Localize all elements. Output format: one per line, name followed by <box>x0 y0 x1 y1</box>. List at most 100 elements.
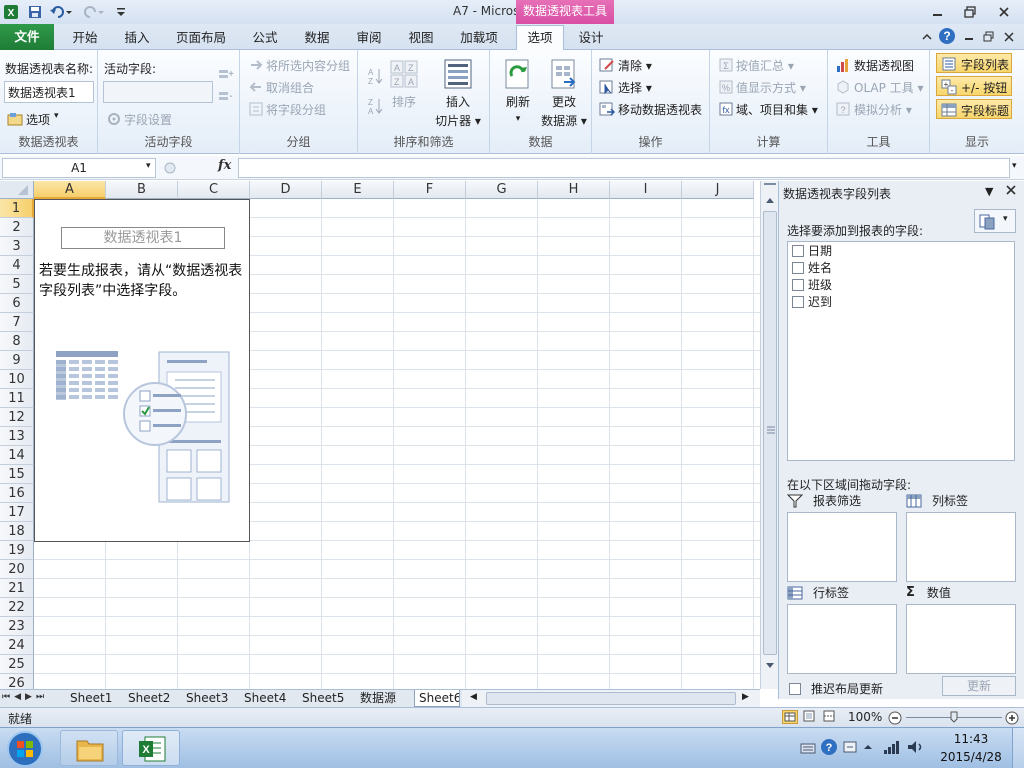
row-labels-area[interactable] <box>787 604 897 674</box>
defer-update-checkbox[interactable] <box>789 682 801 695</box>
formula-bar-grip-icon[interactable] <box>162 160 178 176</box>
row-header-24[interactable]: 24 <box>0 636 34 655</box>
plus-minus-buttons-toggle[interactable]: + - +/- 按钮 <box>936 76 1012 96</box>
pane-options-dropdown-icon[interactable]: ▼ <box>985 185 993 198</box>
page-break-view-icon[interactable] <box>822 710 838 724</box>
row-header-25[interactable]: 25 <box>0 655 34 674</box>
scroll-down-icon[interactable] <box>762 657 778 673</box>
field-checkbox[interactable] <box>792 244 804 257</box>
horizontal-scroll-thumb[interactable] <box>486 692 736 705</box>
refresh-button[interactable]: 刷新 ▾ <box>496 93 540 124</box>
row-header-11[interactable]: 11 <box>0 389 34 408</box>
column-header-d[interactable]: D <box>250 181 322 199</box>
pivot-placeholder[interactable]: 数据透视表1 若要生成报表，请从“数据透视表字段列表”中选择字段。 <box>34 199 250 542</box>
scroll-left-icon[interactable]: ◀ <box>470 692 477 702</box>
insert-slicer-button[interactable]: 插入 切片器 ▾ <box>428 93 488 129</box>
workbook-close-button[interactable] <box>1000 27 1018 47</box>
olap-tools-button[interactable]: OLAP 工具 ▾ <box>854 79 924 96</box>
zoom-slider-thumb[interactable] <box>950 711 958 723</box>
field-checkbox[interactable] <box>792 278 804 291</box>
values-area[interactable] <box>906 604 1016 674</box>
select-button[interactable]: 选择 ▾ <box>618 79 652 96</box>
row-header-16[interactable]: 16 <box>0 484 34 503</box>
row-header-12[interactable]: 12 <box>0 408 34 427</box>
tab-insert[interactable]: 插入 <box>114 26 160 50</box>
tab-addins[interactable]: 加载项 <box>452 26 506 50</box>
name-box[interactable]: A1 <box>2 158 156 178</box>
column-header-c[interactable]: C <box>178 181 250 199</box>
split-box-icon[interactable] <box>764 183 776 189</box>
show-desktop-button[interactable] <box>1012 728 1024 768</box>
row-header-26[interactable]: 26 <box>0 674 34 689</box>
pivot-name-input[interactable]: 数据透视表1 <box>4 81 94 103</box>
field-settings-button[interactable]: 字段设置 <box>124 111 172 128</box>
row-header-23[interactable]: 23 <box>0 617 34 636</box>
insert-function-icon[interactable]: fx <box>218 158 231 173</box>
tab-data[interactable]: 数据 <box>294 26 340 50</box>
ribbon-collapse-icon[interactable] <box>918 27 936 47</box>
layout-button[interactable]: ▾ <box>974 209 1016 233</box>
column-header-g[interactable]: G <box>466 181 538 199</box>
show-hidden-icons[interactable] <box>862 740 874 754</box>
sheet-tab-sheet2[interactable]: Sheet2 <box>124 690 174 707</box>
sort-ascending-icon[interactable]: AZ <box>366 67 383 85</box>
row-header-22[interactable]: 22 <box>0 598 34 617</box>
horizontal-scrollbar[interactable]: ◀ ▶ <box>462 690 760 707</box>
row-header-18[interactable]: 18 <box>0 522 34 541</box>
sheet-tab-sheet6[interactable]: Sheet6 <box>414 690 460 707</box>
tab-page-layout[interactable]: 页面布局 <box>168 26 234 50</box>
minimize-button[interactable] <box>924 2 952 22</box>
next-sheet-icon[interactable]: ▶ <box>25 692 32 706</box>
row-header-14[interactable]: 14 <box>0 446 34 465</box>
tab-home[interactable]: 开始 <box>62 26 108 50</box>
last-sheet-icon[interactable]: ⏭ <box>36 692 44 706</box>
sort-descending-icon[interactable]: ZA <box>366 97 383 115</box>
ungroup-button[interactable]: 取消组合 <box>266 79 314 96</box>
field-list[interactable]: 日期 姓名 班级 迟到 <box>787 241 1015 461</box>
sheet-nav-buttons[interactable]: ⏮ ◀ ▶ ⏭ <box>2 692 62 706</box>
prev-sheet-icon[interactable]: ◀ <box>14 692 21 706</box>
options-dropdown-icon[interactable]: ▾ <box>54 111 59 121</box>
row-header-21[interactable]: 21 <box>0 579 34 598</box>
row-header-20[interactable]: 20 <box>0 560 34 579</box>
sheet-tab-sheet1[interactable]: Sheet1 <box>66 690 116 707</box>
page-layout-view-icon[interactable] <box>802 710 818 724</box>
zoom-out-icon[interactable] <box>888 711 902 725</box>
report-filter-area[interactable] <box>787 512 897 582</box>
row-header-10[interactable]: 10 <box>0 370 34 389</box>
ime-icon[interactable] <box>842 738 858 756</box>
zoom-level[interactable]: 100% <box>848 710 882 724</box>
row-header-6[interactable]: 6 <box>0 294 34 313</box>
row-header-1[interactable]: 1 <box>0 199 34 218</box>
workbook-restore-button[interactable] <box>980 27 998 47</box>
field-checkbox[interactable] <box>792 295 804 308</box>
normal-view-icon[interactable] <box>782 710 798 724</box>
field-checkbox[interactable] <box>792 261 804 274</box>
column-header-j[interactable]: J <box>682 181 754 199</box>
tab-options[interactable]: 选项 <box>516 25 564 51</box>
what-if-button[interactable]: 模拟分析 ▾ <box>854 101 912 118</box>
column-header-f[interactable]: F <box>394 181 466 199</box>
keyboard-icon[interactable] <box>800 740 816 756</box>
row-header-4[interactable]: 4 <box>0 256 34 275</box>
column-labels-area[interactable] <box>906 512 1016 582</box>
select-all-corner[interactable] <box>0 181 34 199</box>
fields-items-sets-button[interactable]: 域、项目和集 ▾ <box>736 101 818 118</box>
row-header-3[interactable]: 3 <box>0 237 34 256</box>
column-header-h[interactable]: H <box>538 181 610 199</box>
scroll-up-icon[interactable] <box>762 193 778 209</box>
group-field-button[interactable]: 将字段分组 <box>266 101 326 118</box>
row-header-13[interactable]: 13 <box>0 427 34 446</box>
tab-formulas[interactable]: 公式 <box>242 26 288 50</box>
name-box-dropdown-icon[interactable]: ▾ <box>146 161 151 171</box>
field-item-class[interactable]: 班级 <box>792 276 832 293</box>
restore-button[interactable] <box>956 2 984 22</box>
close-button[interactable] <box>990 2 1018 22</box>
tray-help-icon[interactable]: ? <box>820 738 838 756</box>
group-selection-button[interactable]: 将所选内容分组 <box>266 57 350 74</box>
sort-button[interactable]: 排序 <box>392 93 416 110</box>
first-sheet-icon[interactable]: ⏮ <box>2 692 10 706</box>
active-field-input[interactable] <box>103 81 213 103</box>
column-header-i[interactable]: I <box>610 181 682 199</box>
row-header-8[interactable]: 8 <box>0 332 34 351</box>
